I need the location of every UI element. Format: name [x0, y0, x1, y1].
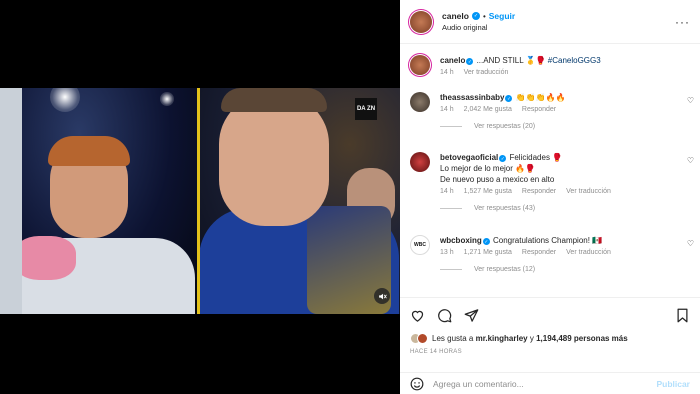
- comments-list: canelo ✓ ...AND STILL 🥇🥊 #CaneloGGG3 14 h…: [400, 45, 700, 297]
- comment-time[interactable]: 14 h: [440, 188, 454, 195]
- audio-link[interactable]: Audio original: [442, 23, 515, 32]
- replies-divider: [440, 126, 462, 127]
- comment-text: Congratulations Champion! 🇲🇽: [490, 236, 603, 245]
- comment-time[interactable]: 14 h: [440, 106, 454, 113]
- translate-link[interactable]: Ver traducción: [464, 69, 509, 76]
- robe-rose-pattern: [14, 236, 76, 280]
- verified-badge-icon: ✓: [471, 12, 480, 20]
- caption-username[interactable]: canelo: [440, 56, 465, 65]
- comment-item: WBC wbcboxing ✓ Congratulations Champion!…: [400, 235, 700, 273]
- like-heart-icon[interactable]: [410, 308, 425, 323]
- like-comment-heart-icon[interactable]: ♡: [687, 239, 694, 248]
- post-actions: Les gusta a mr.kingharley y 1,194,489 pe…: [400, 297, 700, 355]
- post-comment-button[interactable]: Publicar: [656, 379, 690, 389]
- video-right-panel: DA ZN: [199, 88, 400, 314]
- likes-count[interactable]: 1,194,489 personas más: [536, 334, 628, 343]
- dazn-logo: DA ZN: [355, 98, 377, 120]
- fighter-right-head: [219, 94, 329, 226]
- video-left-panel: [0, 88, 198, 314]
- avatar[interactable]: [410, 55, 430, 75]
- fighter-right-hair: [221, 88, 327, 112]
- reply-button[interactable]: Responder: [522, 249, 556, 256]
- emoji-icon[interactable]: [410, 377, 424, 391]
- translate-link[interactable]: Ver traducción: [566, 249, 611, 256]
- liker-username[interactable]: mr.kingharley: [476, 334, 528, 343]
- caption-time[interactable]: 14 h: [440, 69, 454, 76]
- comment-item: theassassinbaby ✓ 👏👏👏🔥🔥 14 h 2,042 Me gus…: [400, 92, 700, 130]
- stadium-light: [160, 92, 174, 106]
- reply-button[interactable]: Responder: [522, 106, 556, 113]
- avatar[interactable]: [410, 152, 430, 172]
- post-caption: canelo ✓ ...AND STILL 🥇🥊 #CaneloGGG3 14 h…: [400, 55, 700, 76]
- comment-text-line2: Lo mejor de lo mejor 🔥🥊: [440, 164, 536, 173]
- verified-badge-icon: ✓: [499, 155, 507, 162]
- avatar[interactable]: WBC: [410, 235, 430, 255]
- comment-input[interactable]: [433, 378, 657, 389]
- raised-arm: [0, 88, 22, 314]
- verified-badge-icon: ✓: [505, 95, 513, 102]
- comment-username[interactable]: betovegaoficial: [440, 153, 498, 162]
- post-media: DA ZN: [0, 0, 400, 394]
- view-replies-label: Ver respuestas (20): [474, 123, 536, 130]
- caption-text: ...AND STILL 🥇🥊: [474, 56, 548, 65]
- comment-time[interactable]: 13 h: [440, 249, 454, 256]
- comment-username[interactable]: theassassinbaby: [440, 93, 504, 102]
- speaker-muted-icon: [378, 293, 387, 299]
- video-split-divider: [197, 88, 200, 314]
- more-options-icon[interactable]: ···: [675, 15, 690, 29]
- save-bookmark-icon[interactable]: [675, 308, 690, 323]
- view-replies-button[interactable]: Ver respuestas (12): [440, 266, 690, 273]
- view-replies-button[interactable]: Ver respuestas (20): [440, 123, 690, 130]
- stadium-light: [50, 88, 80, 112]
- reply-button[interactable]: Responder: [522, 188, 556, 195]
- view-replies-label: Ver respuestas (12): [474, 266, 536, 273]
- fighter-left-hair: [48, 136, 130, 166]
- like-comment-heart-icon[interactable]: ♡: [687, 156, 694, 165]
- dot-separator: •: [482, 11, 486, 21]
- hashtag-link[interactable]: #CaneloGGG3: [548, 56, 601, 65]
- comment-text-line3: De nuevo puso a mexico en alto: [440, 175, 555, 184]
- comment-item: betovegaoficial ✓ Felicidades 🥊 Lo mejor …: [400, 152, 700, 212]
- video-player[interactable]: DA ZN: [0, 88, 400, 314]
- translate-link[interactable]: Ver traducción: [566, 188, 611, 195]
- replies-divider: [440, 269, 462, 270]
- post-side-panel: canelo ✓ • Seguir Audio original ··· can…: [400, 0, 700, 394]
- post-header: canelo ✓ • Seguir Audio original ···: [400, 0, 700, 44]
- likes-mid: y: [527, 334, 537, 343]
- view-replies-button[interactable]: Ver respuestas (43): [440, 205, 690, 212]
- comment-likes[interactable]: 2,042 Me gusta: [464, 106, 512, 113]
- verified-badge-icon: ✓: [482, 238, 490, 245]
- likes-prefix: Les gusta a: [432, 334, 476, 343]
- likes-summary: Les gusta a mr.kingharley y 1,194,489 pe…: [410, 333, 690, 344]
- avatar[interactable]: [410, 10, 432, 33]
- add-comment-bar: Publicar: [400, 372, 700, 394]
- replies-divider: [440, 208, 462, 209]
- avatar[interactable]: [410, 92, 430, 112]
- comment-text: 👏👏👏🔥🔥: [513, 93, 566, 102]
- comment-text: Felicidades 🥊: [507, 153, 563, 162]
- mute-icon[interactable]: [374, 288, 390, 304]
- header-username[interactable]: canelo: [442, 11, 469, 21]
- verified-badge-icon: ✓: [466, 58, 474, 65]
- like-comment-heart-icon[interactable]: ♡: [687, 96, 694, 105]
- liker-avatar[interactable]: [417, 333, 428, 344]
- follow-button[interactable]: Seguir: [489, 11, 515, 21]
- comment-likes[interactable]: 1,527 Me gusta: [464, 188, 512, 195]
- view-replies-label: Ver respuestas (43): [474, 205, 536, 212]
- comment-likes[interactable]: 1,271 Me gusta: [464, 249, 512, 256]
- share-paper-plane-icon[interactable]: [464, 308, 479, 323]
- comment-username[interactable]: wbcboxing: [440, 236, 482, 245]
- comment-bubble-icon[interactable]: [437, 308, 452, 323]
- post-time-ago[interactable]: HACE 14 HORAS: [410, 349, 690, 355]
